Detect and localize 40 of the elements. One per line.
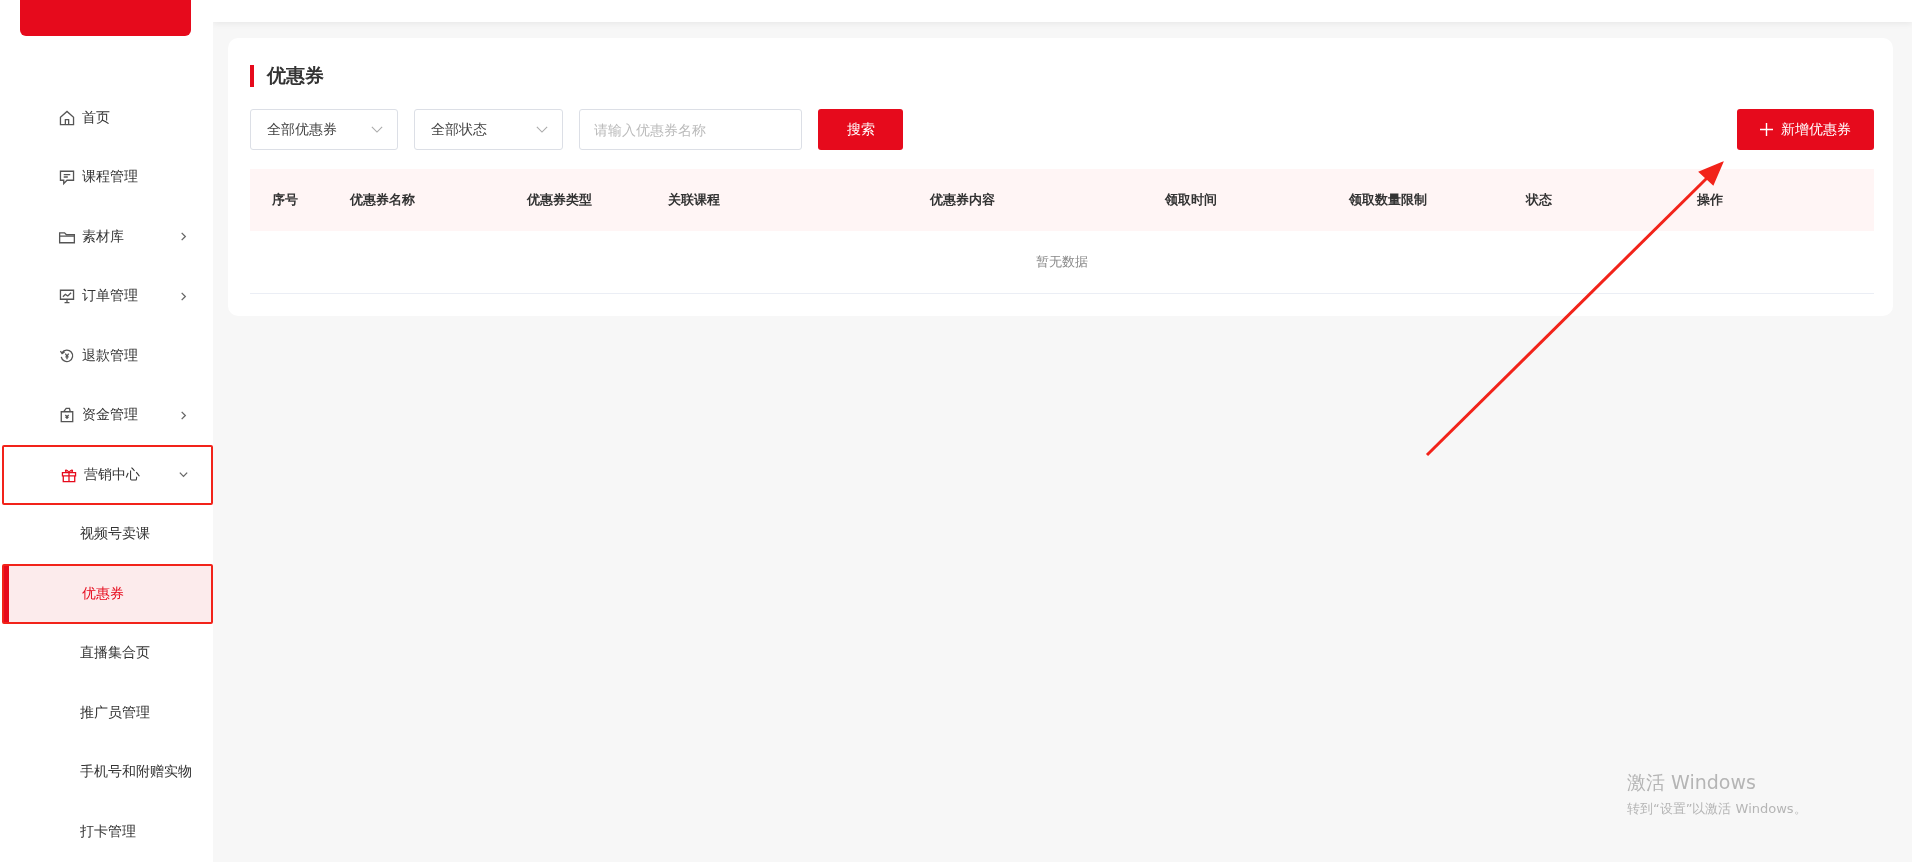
search-field[interactable]: 请输入优惠券名称 [579,109,802,150]
sidebar-item[interactable]: 退款管理 [0,326,213,386]
add-coupon-button[interactable]: 新增优惠券 [1737,109,1874,150]
sidebar-item[interactable]: 课程管理 [0,147,213,207]
menu-icon [58,406,76,425]
sidebar-subitem[interactable]: 打卡管理 [0,802,213,862]
menu-icon [58,287,76,306]
column-header: 状态 [1525,191,1553,209]
sidebar-item[interactable]: 订单管理 [0,266,213,326]
sidebar-subitem[interactable]: 推广员管理 [0,683,213,743]
plus-icon [1760,123,1773,136]
sidebar-subitem[interactable]: 直播集合页 [0,623,213,683]
activation-text: 转到“设置”以激活 Windows。 [1627,800,1807,818]
coupon-type-select[interactable]: 全部优惠券 [250,109,398,150]
dropdown-icon [371,126,383,133]
sidebar-item[interactable]: 资金管理 [0,385,213,445]
sidebar-subitem[interactable]: 手机号和附赠实物 [0,742,213,802]
search-button[interactable]: 搜索 [818,109,903,150]
dropdown-icon [536,126,548,133]
page-title: 优惠券 [267,63,324,88]
sidebar-subitem[interactable]: 视频号卖课 [0,504,213,564]
column-header: 领取时间 [1164,191,1218,209]
column-header: 优惠券名称 [349,191,416,209]
sidebar-item[interactable]: 素材库 [0,207,213,267]
sidebar-subitem[interactable]: 优惠券 [2,564,213,624]
menu-icon [58,108,76,127]
menu-icon [58,346,76,365]
column-header: 操作 [1697,191,1725,209]
empty-message: 暂无数据 [1036,253,1088,271]
sidebar-item[interactable]: 营销中心 [2,445,213,505]
menu-icon [58,168,76,187]
column-header: 领取数量限制 [1349,191,1429,209]
column-header: 关联课程 [667,191,721,209]
column-header: 优惠券类型 [527,191,594,209]
sidebar-item[interactable]: 首页 [0,88,213,148]
activation-title: 激活 Windows [1627,770,1757,795]
title-accent [250,65,254,87]
column-header: 优惠券内容 [929,191,996,209]
column-header: 序号 [272,191,299,209]
status-select[interactable]: 全部状态 [414,109,563,150]
